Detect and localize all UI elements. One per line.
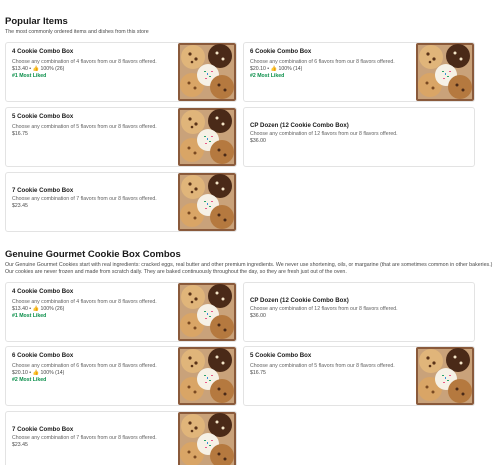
- menu-item-card[interactable]: 5 Cookie Combo Box Choose any combinatio…: [5, 107, 237, 167]
- cookie-box-photo: [178, 283, 236, 341]
- most-liked-badge: #2 Most Liked: [250, 73, 285, 79]
- cookie-box-combos-section: Genuine Gourmet Cookie Box Combos Our Ge…: [5, 249, 495, 275]
- item-name: 7 Cookie Combo Box: [12, 426, 74, 433]
- cookie-box-photo: [178, 173, 236, 231]
- most-liked-badge: #1 Most Liked: [12, 313, 47, 319]
- section-title: Popular Items: [5, 16, 68, 27]
- most-liked-badge: #2 Most Liked: [12, 377, 47, 383]
- section-subtitle: Our Genuine Gourmet Cookies start with r…: [5, 262, 493, 275]
- item-price: $20.10 • 👍 100% (14): [250, 66, 303, 72]
- item-price: $20.10 • 👍 100% (14): [12, 370, 65, 376]
- menu-item-card[interactable]: 6 Cookie Combo Box Choose any combinatio…: [243, 42, 475, 102]
- item-price: $36.00: [250, 313, 266, 319]
- item-description: Choose any combination of 6 flavors from…: [250, 59, 395, 65]
- cookie-box-photo: [178, 347, 236, 405]
- item-description: Choose any combination of 5 flavors from…: [12, 124, 157, 130]
- menu-item-card[interactable]: 7 Cookie Combo Box Choose any combinatio…: [5, 411, 237, 465]
- item-description: Choose any combination of 4 flavors from…: [12, 299, 157, 305]
- item-price: $13.40 • 👍 100% (26): [12, 306, 65, 312]
- item-description: Choose any combination of 7 flavors from…: [12, 435, 157, 441]
- section-title: Genuine Gourmet Cookie Box Combos: [5, 249, 181, 260]
- item-description: Choose any combination of 6 flavors from…: [12, 363, 157, 369]
- item-description: Choose any combination of 12 flavors fro…: [250, 306, 398, 312]
- item-price: $23.45: [12, 442, 28, 448]
- item-name: 5 Cookie Combo Box: [250, 352, 312, 359]
- menu-item-card[interactable]: 6 Cookie Combo Box Choose any combinatio…: [5, 346, 237, 406]
- cookie-box-photo: [178, 43, 236, 101]
- item-name: 5 Cookie Combo Box: [12, 113, 74, 120]
- menu-item-card[interactable]: 4 Cookie Combo Box Choose any combinatio…: [5, 42, 237, 102]
- item-price: $16.75: [12, 131, 28, 137]
- store-menu-page: Popular Items The most commonly ordered …: [0, 0, 500, 465]
- item-price: $23.45: [12, 203, 28, 209]
- menu-item-card[interactable]: 5 Cookie Combo Box Choose any combinatio…: [243, 346, 475, 406]
- item-name: 6 Cookie Combo Box: [250, 48, 312, 55]
- item-name: CP Dozen (12 Cookie Combo Box): [250, 297, 349, 304]
- item-price: $36.00: [250, 138, 266, 144]
- item-name: 4 Cookie Combo Box: [12, 48, 74, 55]
- item-name: 7 Cookie Combo Box: [12, 187, 74, 194]
- item-name: CP Dozen (12 Cookie Combo Box): [250, 122, 349, 129]
- item-name: 4 Cookie Combo Box: [12, 288, 74, 295]
- cookie-box-photo: [416, 43, 474, 101]
- item-description: Choose any combination of 5 flavors from…: [250, 363, 395, 369]
- cookie-box-photo: [178, 108, 236, 166]
- item-price: $16.75: [250, 370, 266, 376]
- item-description: Choose any combination of 4 flavors from…: [12, 59, 157, 65]
- item-price: $13.40 • 👍 100% (26): [12, 66, 65, 72]
- menu-item-card[interactable]: 4 Cookie Combo Box Choose any combinatio…: [5, 282, 237, 342]
- item-description: Choose any combination of 12 flavors fro…: [250, 131, 398, 137]
- menu-item-card[interactable]: CP Dozen (12 Cookie Combo Box) Choose an…: [243, 107, 475, 167]
- cookie-box-photo: [178, 412, 236, 465]
- menu-item-card[interactable]: CP Dozen (12 Cookie Combo Box) Choose an…: [243, 282, 475, 342]
- item-name: 6 Cookie Combo Box: [12, 352, 74, 359]
- item-description: Choose any combination of 7 flavors from…: [12, 196, 157, 202]
- menu-item-card[interactable]: 7 Cookie Combo Box Choose any combinatio…: [5, 172, 237, 232]
- popular-items-section: Popular Items The most commonly ordered …: [5, 16, 495, 36]
- cookie-box-photo: [416, 347, 474, 405]
- most-liked-badge: #1 Most Liked: [12, 73, 47, 79]
- section-subtitle: The most commonly ordered items and dish…: [5, 29, 149, 35]
